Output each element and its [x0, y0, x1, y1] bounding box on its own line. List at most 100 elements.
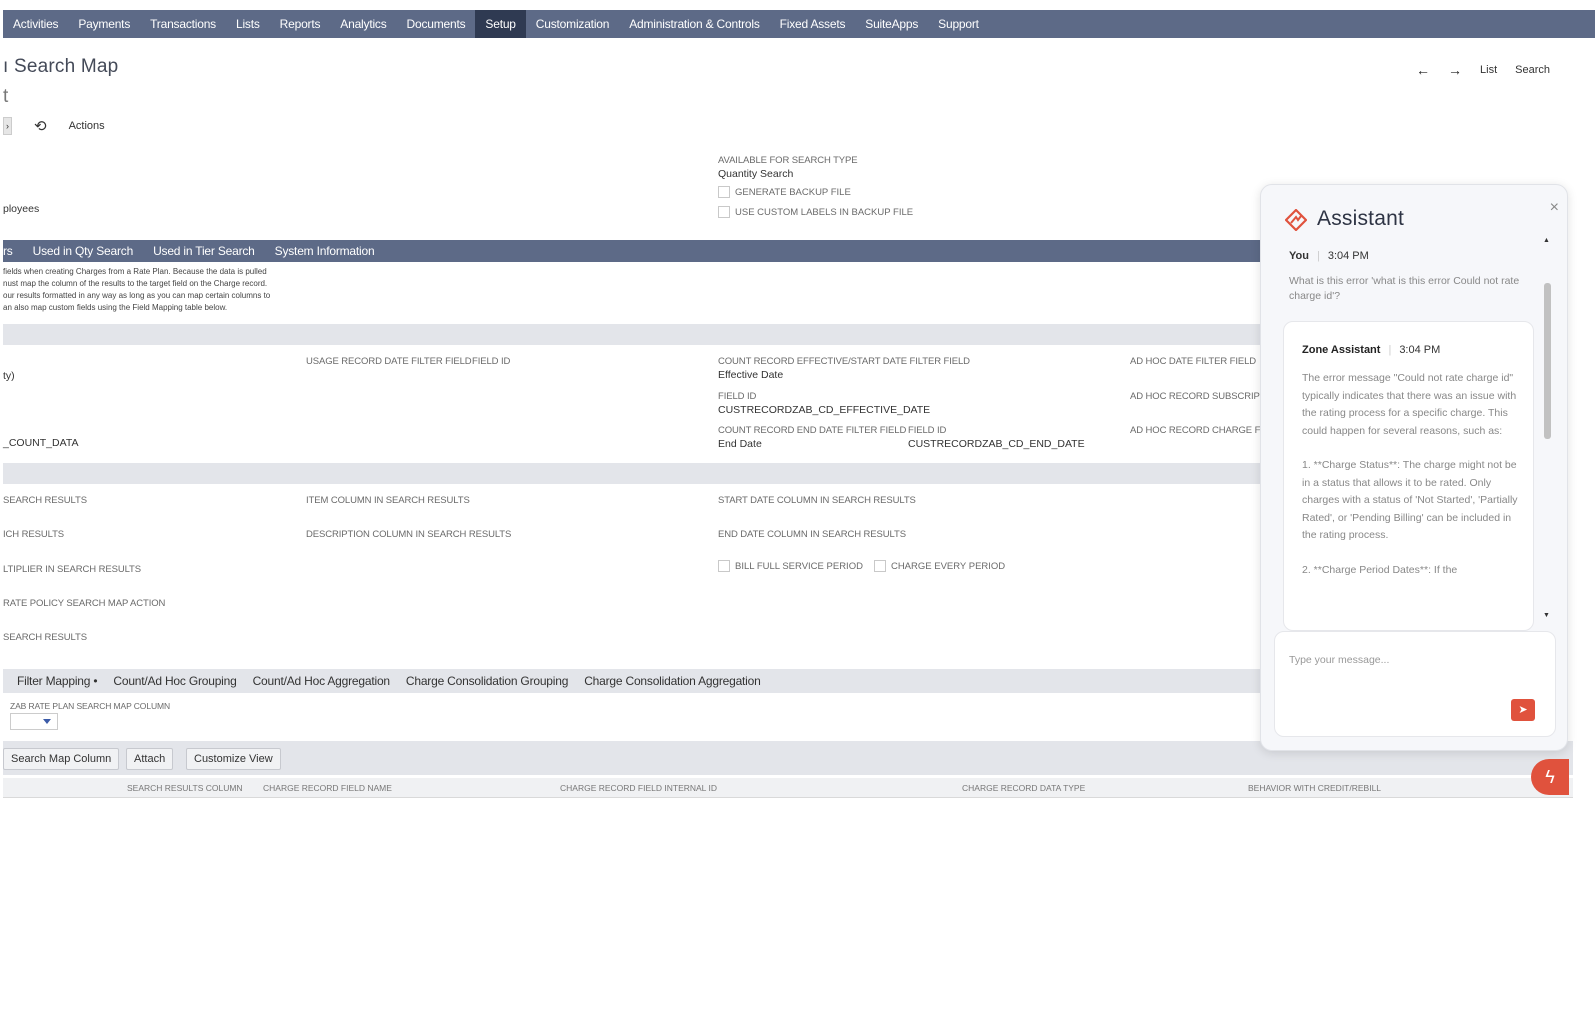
bill-full-checkbox[interactable] [718, 560, 730, 572]
assistant-launcher-icon[interactable]: ϟ [1531, 759, 1569, 795]
send-icon[interactable]: ➤ [1511, 699, 1535, 721]
message-input[interactable] [1289, 654, 1529, 666]
help-line: our results formatted in any way as long… [3, 291, 271, 300]
left-count-data-value: _COUNT_DATA [3, 437, 79, 449]
search-results-label-3: SEARCH RESULTS [3, 632, 87, 643]
chevron-down-icon [43, 719, 51, 724]
tab-partial[interactable]: rs [3, 244, 23, 258]
column-header[interactable]: BEHAVIOR WITH CREDIT/REBILL [1248, 783, 1381, 793]
bill-full-label: BILL FULL SERVICE PERIOD [735, 560, 863, 572]
response-paragraph: 2. **Charge Period Dates**: If the [1302, 563, 1458, 576]
column-header[interactable]: CHARGE RECORD FIELD NAME [263, 783, 392, 793]
user-message-header: You | 3:04 PM [1289, 250, 1369, 262]
scrollbar-thumb[interactable] [1544, 283, 1551, 439]
actions-menu[interactable]: Actions [69, 120, 105, 132]
you-label: You [1289, 250, 1309, 262]
response-paragraph: 1. **Charge Status**: The charge might n… [1302, 459, 1518, 541]
tab-charge-consolidation-aggregation[interactable]: Charge Consolidation Aggregation [576, 674, 768, 688]
zab-column-label: ZAB RATE PLAN SEARCH MAP COLUMN [10, 701, 171, 711]
custom-labels-checkbox[interactable] [718, 206, 730, 218]
nav-analytics[interactable]: Analytics [330, 10, 396, 38]
nav-suiteapps[interactable]: SuiteApps [855, 10, 928, 38]
bill-full-row: BILL FULL SERVICE PERIOD CHARGE EVERY PE… [718, 560, 1005, 572]
tab-used-in-tier-search[interactable]: Used in Tier Search [143, 244, 265, 258]
close-icon[interactable]: × [1550, 199, 1559, 217]
search-results-label-2: ICH RESULTS [3, 529, 65, 540]
back-arrow-icon[interactable]: ← [1416, 62, 1430, 78]
tab-used-in-qty-search[interactable]: Used in Qty Search [23, 244, 143, 258]
subtab-bar: rs Used in Qty Search Used in Tier Searc… [3, 240, 1273, 262]
generate-backup-row: GENERATE BACKUP FILE [718, 186, 851, 198]
nav-payments[interactable]: Payments [68, 10, 140, 38]
field-id-label: FIELD ID [718, 391, 757, 402]
nav-reports[interactable]: Reports [270, 10, 331, 38]
scroll-down-icon[interactable]: ▼ [1543, 612, 1550, 619]
field-id-value: CUSTRECORDZAB_CD_EFFECTIVE_DATE [718, 404, 931, 416]
scroll-up-icon[interactable]: ▲ [1543, 237, 1550, 244]
nav-setup[interactable]: Setup [475, 10, 526, 38]
adhoc-date-filter-label: AD HOC DATE FILTER FIELD [1130, 356, 1257, 367]
list-link[interactable]: List [1480, 64, 1497, 76]
header-links: ← → List Search [1416, 62, 1550, 78]
response-paragraph: The error message "Could not rate charge… [1302, 372, 1517, 437]
assistant-panel: × Assistant You | 3:04 PM What is this e… [1260, 184, 1568, 751]
help-line: nust map the column of the results to th… [3, 279, 268, 288]
bot-time: 3:04 PM [1399, 344, 1441, 356]
refresh-icon[interactable]: ⟲ [34, 117, 47, 135]
generate-backup-checkbox[interactable] [718, 186, 730, 198]
message-composer: ➤ [1274, 631, 1556, 737]
nav-customization[interactable]: Customization [526, 10, 619, 38]
end-date-column-label: END DATE COLUMN IN SEARCH RESULTS [718, 529, 906, 540]
tab-count-adhoc-aggregation[interactable]: Count/Ad Hoc Aggregation [245, 674, 398, 688]
help-line: an also map custom fields using the Fiel… [3, 303, 228, 312]
charge-every-label: CHARGE EVERY PERIOD [890, 560, 1006, 572]
available-search-type-value: Quantity Search [718, 168, 794, 180]
bot-name: Zone Assistant [1302, 344, 1381, 356]
customize-view-button[interactable]: Customize View [186, 748, 281, 770]
forward-arrow-icon[interactable]: → [1448, 62, 1462, 78]
usage-date-filter-label: USAGE RECORD DATE FILTER FIELD [306, 356, 472, 367]
nav-support[interactable]: Support [928, 10, 989, 38]
attach-button[interactable]: Attach [126, 748, 174, 770]
edit-button[interactable]: › [3, 117, 12, 135]
custom-labels-row: USE CUSTOM LABELS IN BACKUP FILE [718, 206, 913, 218]
nav-documents[interactable]: Documents [397, 10, 476, 38]
tab-system-information[interactable]: System Information [265, 244, 385, 258]
nav-lists[interactable]: Lists [226, 10, 270, 38]
tab-count-adhoc-grouping[interactable]: Count/Ad Hoc Grouping [105, 674, 244, 688]
assistant-response-header: Zone Assistant | 3:04 PM [1302, 344, 1440, 356]
charge-every-checkbox[interactable] [873, 560, 886, 572]
separator: | [1388, 344, 1392, 356]
nav-activities[interactable]: Activities [3, 10, 68, 38]
nav-transactions[interactable]: Transactions [140, 10, 226, 38]
nav-fixed-assets[interactable]: Fixed Assets [770, 10, 856, 38]
generate-backup-label: GENERATE BACKUP FILE [735, 186, 851, 198]
custom-labels-label: USE CUSTOM LABELS IN BACKUP FILE [735, 206, 914, 218]
chat-scrollbar[interactable]: ▲ ▼ [1542, 237, 1552, 619]
column-header[interactable]: CHARGE RECORD FIELD INTERNAL ID [560, 783, 717, 793]
assistant-response-body: The error message "Could not rate charge… [1302, 370, 1520, 596]
top-navigation: Activities Payments Transactions Lists R… [3, 10, 1595, 38]
count-start-filter-label: COUNT RECORD EFFECTIVE/START DATE FILTER… [718, 356, 970, 367]
nav-administration-controls[interactable]: Administration & Controls [619, 10, 769, 38]
adhoc-subscription-label: AD HOC RECORD SUBSCRIPT [1130, 391, 1266, 402]
rate-policy-label: RATE POLICY SEARCH MAP [3, 598, 129, 609]
tab-filter-mapping[interactable]: Filter Mapping • [17, 674, 105, 688]
adhoc-charge-label: AD HOC RECORD CHARGE FI [1130, 425, 1263, 436]
tab-charge-consolidation-grouping[interactable]: Charge Consolidation Grouping [398, 674, 576, 688]
end-field-id-value: CUSTRECORDZAB_CD_END_DATE [908, 438, 1085, 450]
action-row: › ⟲ Actions [3, 117, 105, 135]
count-end-filter-value: End Date [718, 438, 762, 450]
column-header[interactable]: CHARGE RECORD DATA TYPE [962, 783, 1085, 793]
search-map-column-button[interactable]: Search Map Column [3, 748, 120, 770]
separator: | [1316, 250, 1320, 262]
column-header[interactable]: SEARCH RESULTS COLUMN [127, 783, 243, 793]
end-field-id-label: FIELD ID [908, 425, 947, 436]
search-link[interactable]: Search [1515, 64, 1550, 76]
action-label: ACTION [130, 598, 166, 609]
usage-field-id-label: FIELD ID [472, 356, 511, 367]
assistant-response-card: Zone Assistant | 3:04 PM The error messa… [1283, 321, 1534, 631]
description-column-label: DESCRIPTION COLUMN IN SEARCH RESULTS [306, 529, 512, 540]
zab-column-select[interactable] [10, 713, 58, 730]
multiplier-label: LTIPLIER IN SEARCH RESULTS [3, 564, 141, 575]
